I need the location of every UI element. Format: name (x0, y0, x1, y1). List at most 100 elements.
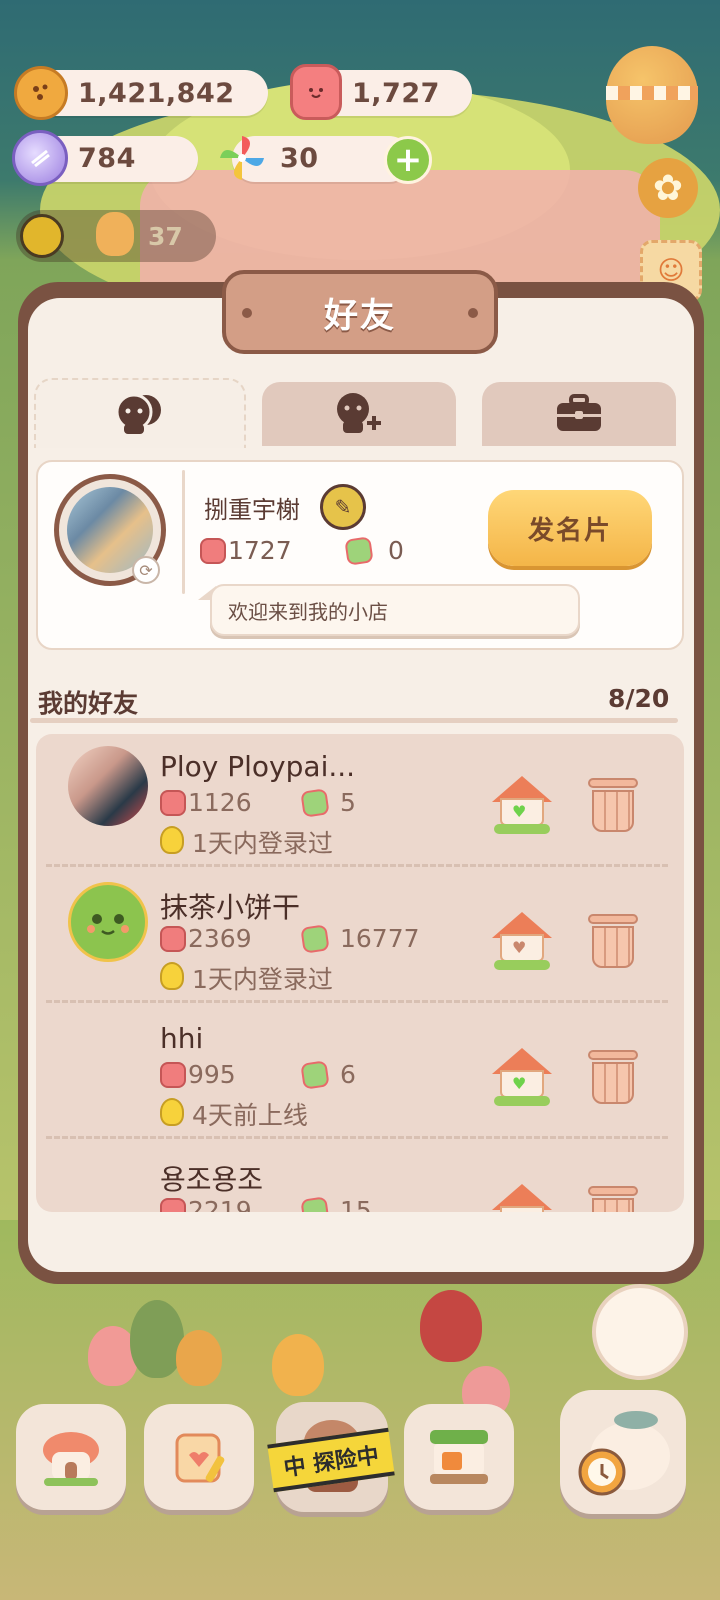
trash-lid (588, 1186, 638, 1196)
add-friend-icon (337, 393, 381, 433)
stall-icon (430, 1430, 488, 1484)
pinwheel-icon (214, 130, 270, 186)
briefcase-icon (557, 394, 601, 431)
heart-icon: ♥ (512, 1074, 527, 1093)
profile-divider (182, 470, 185, 594)
friend-name: 용조용조 (160, 1163, 264, 1196)
card-icon (300, 1196, 330, 1212)
sun-badge-icon (20, 214, 64, 258)
friend-candy: 2219 (188, 1196, 252, 1212)
trash-lid (588, 778, 638, 788)
row-divider (46, 864, 670, 867)
friend-avatar (68, 882, 148, 962)
candy-icon (160, 926, 186, 952)
trash-lid (588, 1050, 638, 1060)
house-base (494, 1096, 550, 1106)
trash-icon (592, 1198, 634, 1212)
plate-rivet (242, 308, 252, 318)
list-item[interactable]: 抹茶小饼干 2369 16777 1天内登录过 ♥ (36, 876, 684, 1012)
add-currency-button[interactable]: + (384, 136, 432, 184)
delete-friend-button[interactable] (588, 1186, 638, 1212)
visit-home-button[interactable]: ♥ (492, 1048, 552, 1106)
friend-name: 抹茶小饼干 (160, 891, 301, 924)
friend-candy: 995 (188, 1060, 236, 1089)
friends-icon (115, 393, 161, 434)
tab-friends[interactable] (34, 378, 246, 448)
friend-cards: 6 (340, 1060, 356, 1089)
pencil-badge-icon[interactable]: ✎ (320, 484, 366, 530)
my-candy-value: 1727 (228, 536, 292, 565)
clock-fish-icon (578, 1411, 670, 1496)
bulb-icon (160, 962, 184, 990)
crystal-icon (12, 130, 68, 186)
refresh-icon[interactable]: ⟳ (132, 556, 160, 584)
cookies-value: 1,421,842 (78, 78, 235, 109)
bulb-icon (160, 1098, 184, 1126)
crystal-value: 784 (78, 143, 136, 174)
visit-home-button[interactable]: ♥ (492, 1184, 552, 1212)
tab-add-friend[interactable] (262, 382, 456, 446)
character-speech-bubble[interactable] (592, 1284, 688, 1380)
heart-icon: ♥ (512, 802, 527, 821)
visit-home-button[interactable]: ♥ (492, 776, 552, 834)
scene-character (176, 1330, 222, 1386)
row-divider (46, 1000, 670, 1003)
shop-nav-button[interactable] (404, 1404, 514, 1510)
delete-friend-button[interactable] (588, 914, 638, 968)
scene-character (420, 1290, 482, 1362)
clock-character-button[interactable] (560, 1390, 686, 1514)
plate-rivet (468, 308, 478, 318)
friend-name: Ploy Ploypai... (160, 750, 356, 783)
trash-icon (592, 1062, 634, 1104)
friend-candy: 2369 (188, 924, 252, 953)
exploring-label: 中 探险中 (282, 1443, 381, 1482)
card-icon (300, 788, 330, 818)
section-divider (30, 718, 678, 723)
candy-icon (160, 1198, 186, 1212)
candy-value: 1,727 (352, 78, 440, 109)
notes-nav-button[interactable] (144, 1404, 254, 1510)
house-base (494, 960, 550, 970)
bulb-icon (160, 826, 184, 854)
list-item[interactable]: 용조용조 2219 15 ♥ (36, 1148, 684, 1212)
pinwheel-value: 30 (280, 143, 319, 174)
my-name: 捌重宇榭 (204, 496, 300, 524)
mushroom-house-icon (43, 1432, 99, 1486)
friend-cards: 5 (340, 788, 356, 817)
friend-name: hhi (160, 1022, 204, 1055)
tab-bag[interactable] (482, 382, 676, 446)
trash-icon (592, 926, 634, 968)
list-item[interactable]: hhi 995 6 4天前上线 ♥ (36, 1012, 684, 1148)
friends-list[interactable]: Ploy Ploypai... 1126 5 1天内登录过 ♥ 抹茶小饼干 23… (36, 734, 684, 1212)
send-card-button[interactable]: 发名片 (488, 490, 652, 566)
candy-icon (290, 64, 342, 120)
modal-title-plate: 好友 (222, 270, 498, 354)
scene-character (272, 1334, 324, 1396)
candy-icon (160, 790, 186, 816)
modal-title: 好友 (324, 295, 396, 336)
delete-friend-button[interactable] (588, 1050, 638, 1104)
friends-section-title: 我的好友 (38, 689, 139, 718)
delete-friend-button[interactable] (588, 778, 638, 832)
heart-icon: ♥ (512, 938, 527, 957)
row-divider (46, 1136, 670, 1139)
friend-avatar (68, 746, 148, 826)
cookie-icon (14, 66, 68, 120)
friend-candy: 1126 (188, 788, 252, 817)
candy-icon (200, 538, 226, 564)
list-item[interactable]: Ploy Ploypai... 1126 5 1天内登录过 ♥ (36, 740, 684, 876)
my-cards-value: 0 (388, 536, 404, 565)
gear-icon[interactable]: ✿ (638, 158, 698, 218)
friend-cards: 15 (340, 1196, 372, 1212)
notebook-icon (175, 1433, 225, 1483)
cookie-character-icon (96, 212, 134, 256)
card-icon (300, 924, 330, 954)
friend-login-status: 1天内登录过 (192, 965, 333, 994)
friend-cards: 16777 (340, 924, 420, 953)
trash-icon (592, 790, 634, 832)
home-nav-button[interactable] (16, 1404, 126, 1510)
level-value: 37 (148, 222, 183, 251)
candy-icon (160, 1062, 186, 1088)
visit-home-button[interactable]: ♥ (492, 912, 552, 970)
greeting-text: 欢迎来到我的小店 (228, 600, 388, 624)
